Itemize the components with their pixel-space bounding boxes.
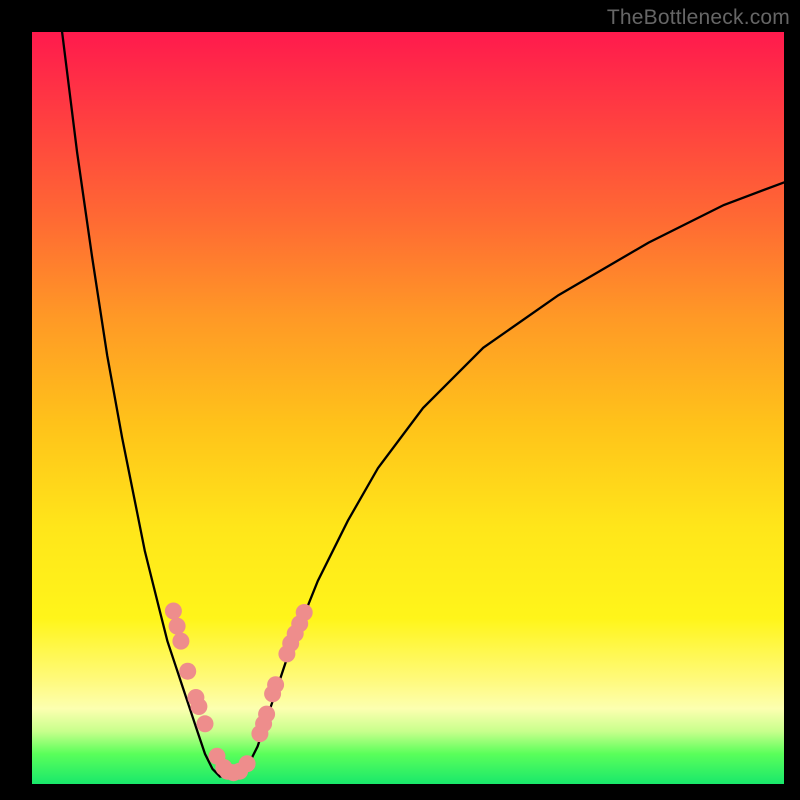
marker-dot (169, 618, 186, 635)
marker-dot (239, 755, 256, 772)
marker-dot (179, 663, 196, 680)
marker-dot (197, 715, 214, 732)
curve-layer (32, 32, 784, 784)
marker-dot (172, 633, 189, 650)
marker-dot (258, 706, 275, 723)
curve-group (62, 32, 784, 777)
marker-dot (296, 604, 313, 621)
left-branch (62, 32, 220, 777)
plot-area (32, 32, 784, 784)
marker-dot (267, 676, 284, 693)
marker-dot (165, 603, 182, 620)
right-branch (243, 182, 784, 776)
chart-frame: TheBottleneck.com (0, 0, 800, 800)
marker-group (165, 603, 313, 782)
marker-dot (190, 698, 207, 715)
watermark-text: TheBottleneck.com (607, 6, 790, 30)
